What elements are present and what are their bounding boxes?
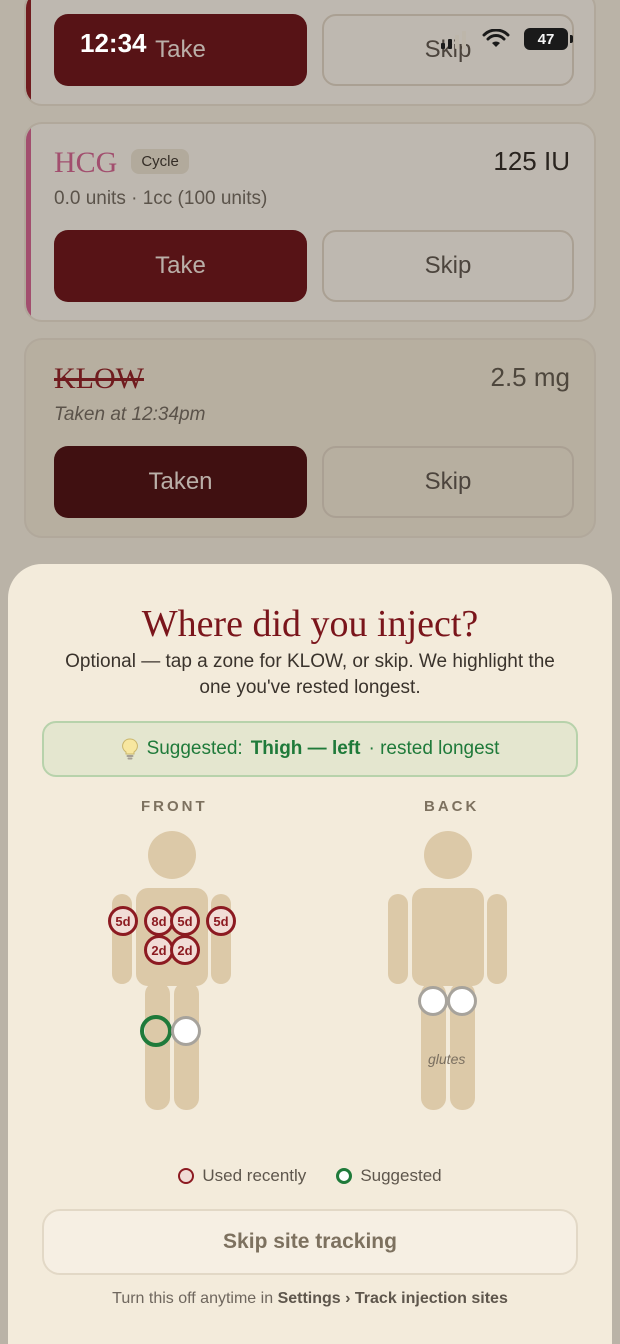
suggestion-site: Thigh — left [250,738,361,759]
status-time: 12:34 [80,28,147,58]
legend-suggested-label: Suggested [360,1166,442,1185]
battery-icon: 47 [524,28,573,50]
back-torso [412,888,484,986]
back-head [424,831,472,879]
back-arm-left [388,894,408,984]
site-thigh-left-suggested[interactable] [140,1015,172,1047]
site-glute-right[interactable] [447,986,477,1016]
sheet-description: Optional — tap a zone for KLOW, or skip.… [65,651,555,698]
site-thigh-right[interactable] [171,1016,201,1046]
legend-suggested: Suggested [336,1166,442,1186]
skip-site-tracking-button[interactable]: Skip site tracking [42,1209,578,1275]
back-arm-right [487,894,507,984]
front-leg-right [174,982,199,1110]
suggested-dot-icon [336,1168,353,1184]
status-icons: 47 [440,28,573,50]
footer-note: Turn this off anytime in Settings › Trac… [8,1290,612,1308]
front-torso [136,888,208,986]
site-abdomen-lower-right[interactable]: 2d [170,935,200,965]
injection-site-sheet: Where did you inject? Optional — tap a z… [8,564,612,1344]
site-abdomen-upper-right[interactable]: 5d [170,906,200,936]
legend: Used recently Suggested [8,1166,612,1186]
settings-path-link[interactable]: Settings › Track injection sites [278,1290,508,1307]
lightbulb-icon [121,738,138,760]
suggestion-suffix: · rested longest [368,738,500,759]
suggestion-banner[interactable]: Suggested: Thigh — left · rested longest [42,721,578,777]
legend-used-label: Used recently [202,1166,307,1185]
site-arm-left[interactable]: 5d [108,906,138,936]
footer-prefix: Turn this off anytime in [112,1290,274,1307]
back-label: BACK [424,798,480,815]
site-arm-right[interactable]: 5d [206,906,236,936]
site-glute-left[interactable] [418,986,448,1016]
legend-used: Used recently [178,1166,306,1186]
used-dot-icon [178,1168,195,1184]
front-head [148,831,196,879]
suggestion-prefix: Suggested: [146,738,243,759]
front-label: FRONT [141,798,208,815]
wifi-icon [482,29,510,47]
sheet-title: Where did you inject? [141,603,479,645]
signal-icon [441,31,466,49]
glutes-label: glutes [428,1051,466,1067]
